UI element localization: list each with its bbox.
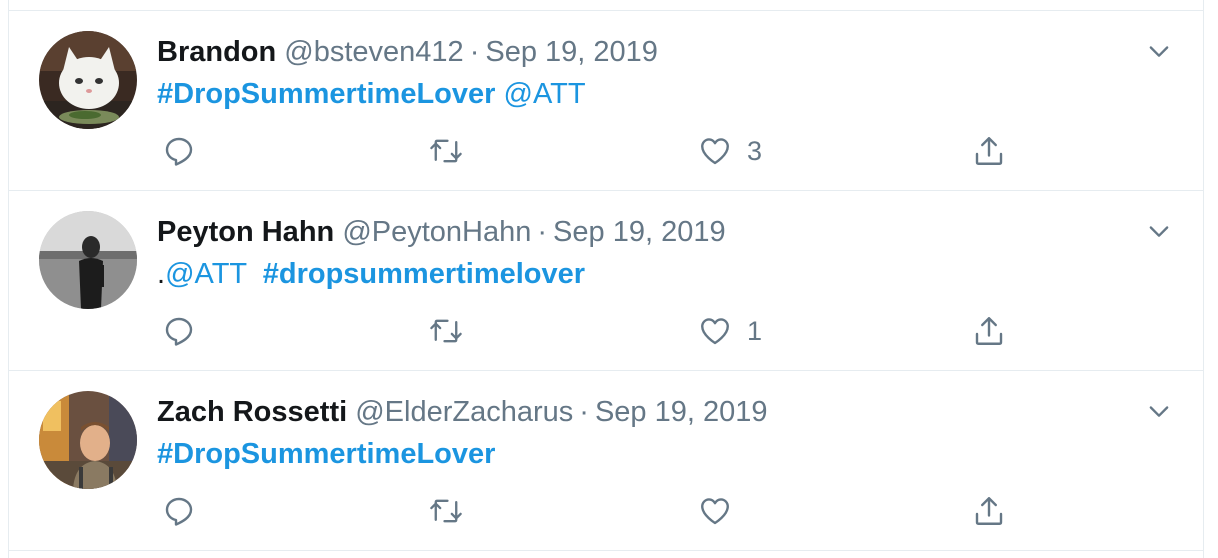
retweet-button[interactable] [427, 133, 465, 169]
like-button[interactable] [697, 493, 733, 529]
avatar[interactable] [39, 391, 137, 489]
tweet[interactable]: Zach Rossetti @ElderZacharus · Sep 19, 201… [9, 371, 1203, 551]
share-button[interactable] [971, 133, 1007, 169]
like-count: 3 [747, 136, 763, 166]
chevron-down-icon[interactable] [1145, 397, 1173, 425]
tweet-actions: 3 [157, 133, 1037, 169]
text-prefix: . [157, 258, 166, 290]
avatar[interactable] [39, 31, 137, 129]
share-button[interactable] [971, 493, 1007, 529]
avatar-image [39, 211, 137, 309]
hashtag-link[interactable]: #DropSummertimeLover [157, 78, 495, 110]
retweet-button[interactable] [427, 313, 465, 349]
retweet-icon [427, 493, 465, 529]
share-icon [971, 133, 1007, 169]
share-icon [971, 313, 1007, 349]
author-handle[interactable]: @ElderZacharus [355, 396, 573, 428]
author-name[interactable]: Brandon [157, 36, 276, 68]
like-button[interactable]: 3 [697, 133, 762, 169]
tweet[interactable]: Brandon @bsteven412 · Sep 19, 2019 #DropSu… [9, 11, 1203, 191]
tweet-feed: Brandon @bsteven412 · Sep 19, 2019 #DropSu… [8, 0, 1204, 558]
avatar-image [39, 391, 137, 489]
separator-dot: · [579, 396, 589, 428]
hashtag-link[interactable]: #DropSummertimeLover [157, 438, 495, 470]
retweet-button[interactable] [427, 493, 465, 529]
heart-icon [697, 313, 733, 349]
tweet-text: #DropSummertimeLover @ATT [157, 77, 586, 111]
tweet-actions: 1 [157, 313, 1037, 349]
tweet-date[interactable]: Sep 19, 2019 [553, 216, 726, 248]
tweet-text: #DropSummertimeLover [157, 437, 495, 471]
tweet-header: Peyton Hahn @PeytonHahn · Sep 19, 2019 [157, 215, 726, 249]
tweet-header: Brandon @bsteven412 · Sep 19, 2019 [157, 35, 658, 69]
tweet[interactable]: Peyton Hahn @PeytonHahn · Sep 19, 2019 .@A… [9, 191, 1203, 371]
tweet-actions [157, 493, 1037, 529]
author-name[interactable]: Peyton Hahn [157, 216, 334, 248]
tweet-date[interactable]: Sep 19, 2019 [595, 396, 768, 428]
retweet-icon [427, 133, 465, 169]
avatar[interactable] [39, 211, 137, 309]
reply-button[interactable] [161, 313, 197, 349]
hashtag-link[interactable]: #dropsummertimelover [263, 258, 585, 290]
tweet-date[interactable]: Sep 19, 2019 [485, 36, 658, 68]
reply-icon [161, 313, 197, 349]
reply-icon [161, 493, 197, 529]
tweet-text: .@ATT #dropsummertimelover [157, 257, 585, 291]
reply-button[interactable] [161, 493, 197, 529]
author-handle[interactable]: @bsteven412 [284, 36, 463, 68]
retweet-icon [427, 313, 465, 349]
like-count: 1 [747, 316, 763, 346]
like-button[interactable]: 1 [697, 313, 762, 349]
reply-button[interactable] [161, 133, 197, 169]
author-name[interactable]: Zach Rossetti [157, 396, 347, 428]
separator-dot: · [537, 216, 548, 248]
tweet-header: Zach Rossetti @ElderZacharus · Sep 19, 201… [157, 395, 767, 429]
reply-icon [161, 133, 197, 169]
mention-link[interactable]: @ATT [504, 78, 586, 110]
author-handle[interactable]: @PeytonHahn [342, 216, 531, 248]
heart-icon [697, 133, 733, 169]
share-icon [971, 493, 1007, 529]
mention-link[interactable]: @ATT [165, 258, 247, 290]
chevron-down-icon[interactable] [1145, 37, 1173, 65]
heart-icon [697, 493, 733, 529]
chevron-down-icon[interactable] [1145, 217, 1173, 245]
separator-dot: · [469, 36, 480, 68]
avatar-image [39, 31, 137, 129]
share-button[interactable] [971, 313, 1007, 349]
